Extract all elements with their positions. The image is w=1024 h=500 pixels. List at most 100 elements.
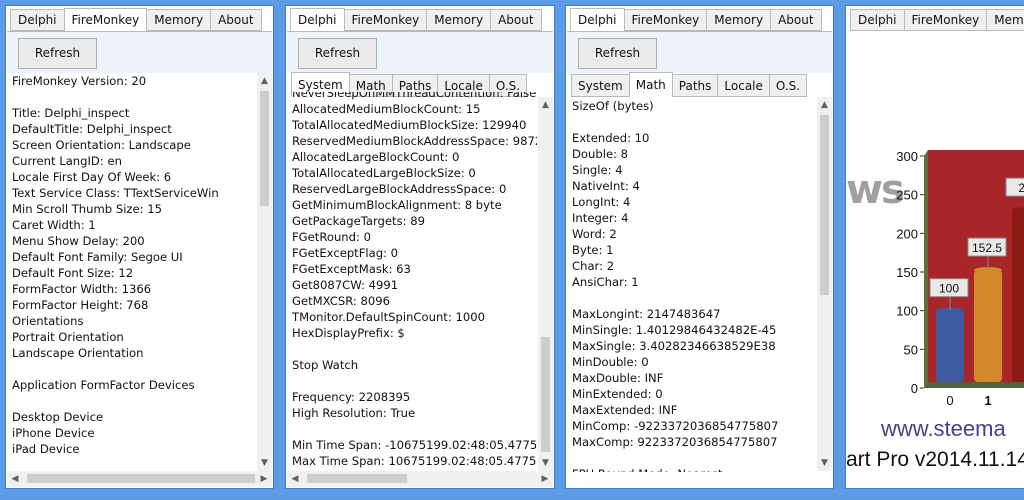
toolbar: Refresh xyxy=(287,31,553,73)
tab-about[interactable]: About xyxy=(770,9,822,31)
refresh-button[interactable]: Refresh xyxy=(578,38,657,69)
info-list: FireMonkey Version: 20 Title: Delphi_insp… xyxy=(7,73,256,472)
info-line: Word: 2 xyxy=(572,227,617,241)
info-line: Integer: 4 xyxy=(572,211,629,225)
info-line: FormFactor Width: 1366 xyxy=(12,282,152,296)
scroll-thumb[interactable] xyxy=(820,115,829,295)
info-line: Current LangID: en xyxy=(12,154,122,168)
info-line xyxy=(292,373,537,389)
info-line: High Resolution: True xyxy=(292,406,416,420)
info-line: Extended: 10 xyxy=(572,131,650,145)
bar xyxy=(974,270,1002,382)
y-tick-label: 100 xyxy=(896,304,918,319)
info-line xyxy=(292,341,537,357)
sub-tabs: System Math Paths Locale O.S. xyxy=(571,72,808,97)
info-line: iPhone Device xyxy=(12,426,95,440)
info-line: Orientations xyxy=(12,314,84,328)
scroll-down-icon[interactable]: ▼ xyxy=(538,455,553,471)
tab-memory[interactable]: Memo xyxy=(986,9,1024,31)
info-line: MaxComp: 9223372036854775807 xyxy=(572,435,778,449)
scroll-right-icon[interactable]: ▶ xyxy=(256,471,272,487)
y-tick-label: 0 xyxy=(911,381,918,396)
tab-delphi[interactable]: Delphi xyxy=(570,8,625,32)
info-line: Desktop Device xyxy=(12,410,104,424)
panel-about: Delphi FireMonkey Memo ws 05010015020025… xyxy=(845,5,1024,489)
info-line: NativeInt: 4 xyxy=(572,179,640,193)
bar xyxy=(1012,210,1024,382)
info-line: MaxExtended: INF xyxy=(572,403,678,417)
tab-delphi[interactable]: Delphi xyxy=(850,9,905,31)
info-line: Get8087CW: 4991 xyxy=(292,278,399,292)
info-line: MinDouble: 0 xyxy=(572,355,649,369)
tab-math[interactable]: Math xyxy=(628,72,673,97)
tab-firemonkey[interactable]: FireMonkey xyxy=(63,8,148,32)
chart-left-wall xyxy=(924,150,928,388)
hscroll-thumb[interactable] xyxy=(307,474,407,483)
info-line: HexDisplayPrefix: $ xyxy=(292,326,405,340)
info-line: Application FormFactor Devices xyxy=(12,378,195,392)
tab-firemonkey[interactable]: FireMonkey xyxy=(343,9,428,31)
horizontal-scrollbar[interactable]: ◀ ▶ xyxy=(7,471,272,487)
info-line: Double: 8 xyxy=(572,147,629,161)
tab-paths[interactable]: Paths xyxy=(671,74,719,97)
scroll-down-icon[interactable]: ▼ xyxy=(257,455,272,471)
info-line: Landscape Orientation xyxy=(12,346,144,360)
y-tick-label: 200 xyxy=(896,226,918,241)
website-link[interactable]: www.steema xyxy=(881,416,1006,442)
scroll-down-icon[interactable]: ▼ xyxy=(817,455,832,471)
tab-about[interactable]: About xyxy=(490,9,542,31)
info-line: Char: 2 xyxy=(572,259,615,273)
info-list: SizeOf (bytes) Extended: 10 Double: 8 Singl… xyxy=(567,98,816,472)
info-line: Single: 4 xyxy=(572,163,623,177)
tab-firemonkey[interactable]: FireMonkey xyxy=(623,9,708,31)
tab-system[interactable]: System xyxy=(571,74,630,97)
info-line: AnsiChar: 1 xyxy=(572,275,639,289)
refresh-button[interactable]: Refresh xyxy=(298,38,377,69)
info-line: Title: Delphi_inspect xyxy=(12,106,130,120)
vertical-scrollbar[interactable]: ▲ ▼ xyxy=(257,73,272,471)
info-line: Min Scroll Thumb Size: 15 xyxy=(12,202,162,216)
info-line: GetPackageTargets: 89 xyxy=(292,214,425,228)
toolbar: Refresh xyxy=(7,31,272,73)
tab-firemonkey[interactable]: FireMonkey xyxy=(903,9,988,31)
scroll-left-icon[interactable]: ◀ xyxy=(287,471,303,487)
info-line: TotalAllocatedMediumBlockSize: 129940 xyxy=(292,118,527,132)
scroll-up-icon[interactable]: ▲ xyxy=(257,73,272,89)
info-line: FireMonkey Version: 20 xyxy=(12,74,147,88)
panel-delphi-math: Delphi FireMonkey Memory About Refresh S… xyxy=(565,5,834,489)
info-line xyxy=(292,421,537,437)
scroll-right-icon[interactable]: ▶ xyxy=(537,471,553,487)
info-line: FGetExceptMask: 63 xyxy=(292,262,411,276)
scroll-thumb[interactable] xyxy=(260,91,269,206)
tab-delphi[interactable]: Delphi xyxy=(290,8,345,32)
info-line: Text Service Class: TTextServiceWin xyxy=(12,186,219,200)
info-line: Min Time Span: -10675199.02:48:05.477580… xyxy=(292,438,537,452)
tab-locale[interactable]: Locale xyxy=(717,74,770,97)
info-line: Default Font Family: Segoe UI xyxy=(12,250,183,264)
info-line: AllocatedLargeBlockCount: 0 xyxy=(292,150,460,164)
vertical-scrollbar[interactable]: ▲ ▼ xyxy=(817,97,832,471)
info-line xyxy=(12,361,256,377)
info-line: FormFactor Height: 768 xyxy=(12,298,149,312)
scroll-left-icon[interactable]: ◀ xyxy=(7,471,23,487)
tab-memory[interactable]: Memory xyxy=(146,9,212,31)
horizontal-scrollbar[interactable]: ◀ ▶ xyxy=(287,471,553,487)
tab-about[interactable]: About xyxy=(210,9,262,31)
info-line: MinSingle: 1.40129846432482E-45 xyxy=(572,323,777,337)
refresh-button[interactable]: Refresh xyxy=(18,38,97,69)
vertical-scrollbar[interactable]: ▲ ▼ xyxy=(538,97,553,471)
toolbar: Refresh xyxy=(567,31,832,73)
scroll-up-icon[interactable]: ▲ xyxy=(817,97,832,113)
info-line: Screen Orientation: Landscape xyxy=(12,138,191,152)
info-line: GetMXCSR: 8096 xyxy=(292,294,391,308)
hscroll-thumb[interactable] xyxy=(27,474,255,483)
data-label: 23 xyxy=(1018,181,1024,195)
tab-memory[interactable]: Memory xyxy=(426,9,492,31)
tab-memory[interactable]: Memory xyxy=(706,9,772,31)
x-tick-label: 0 xyxy=(946,393,953,406)
tab-delphi[interactable]: Delphi xyxy=(10,9,65,31)
scroll-up-icon[interactable]: ▲ xyxy=(538,97,553,113)
main-tabs: Delphi FireMonkey Memory About xyxy=(570,8,822,33)
tab-os[interactable]: O.S. xyxy=(768,74,808,97)
scroll-thumb[interactable] xyxy=(541,337,550,452)
